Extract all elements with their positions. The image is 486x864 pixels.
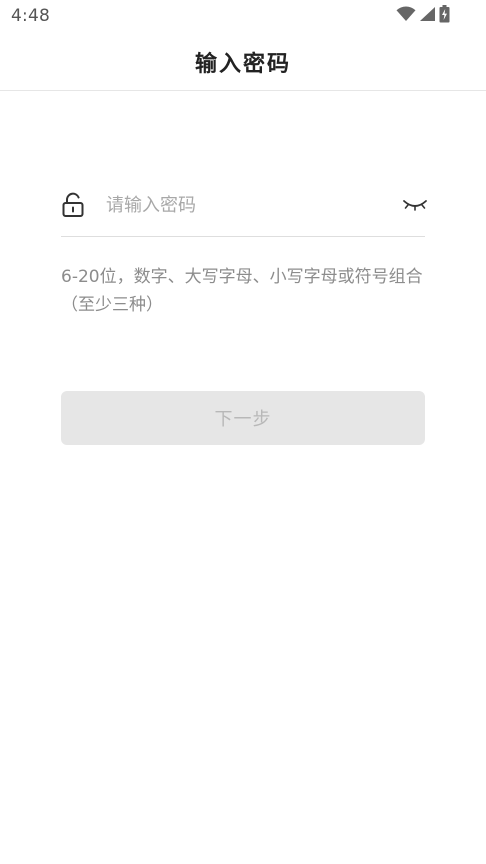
header: 输入密码	[0, 32, 486, 91]
cellular-signal-icon	[419, 6, 436, 26]
password-input[interactable]	[106, 188, 396, 222]
status-time: 4:48	[11, 6, 50, 26]
eye-closed-icon[interactable]	[401, 194, 429, 216]
password-rule-hint: 6-20位，数字、大写字母、小写字母或符号组合（至少三种）	[61, 267, 423, 315]
wifi-icon	[396, 6, 416, 26]
page-title: 输入密码	[194, 52, 291, 77]
status-bar: 4:48	[0, 0, 486, 32]
next-step-button[interactable]: 下一步	[61, 391, 425, 445]
lock-icon	[61, 192, 85, 218]
password-field-row	[61, 180, 427, 237]
battery-charging-icon	[439, 5, 450, 27]
status-icons	[396, 5, 450, 27]
